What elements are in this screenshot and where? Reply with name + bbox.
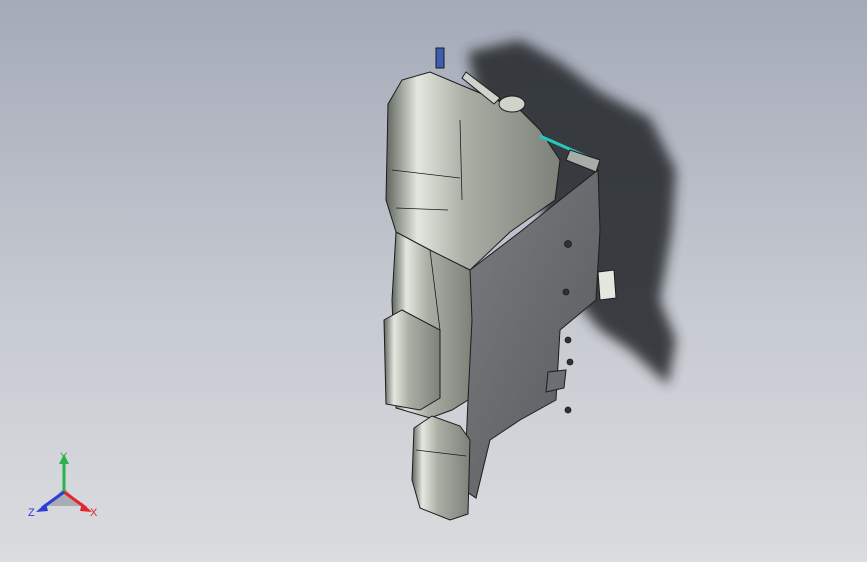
bolt	[562, 288, 570, 296]
bolt	[564, 406, 572, 414]
z-axis-arrow	[36, 503, 48, 512]
bolt	[566, 358, 574, 366]
filler-cap	[498, 95, 526, 113]
view-triad[interactable]: Y X Z	[22, 448, 106, 528]
mount-clip	[597, 269, 617, 301]
bolt	[564, 240, 572, 248]
bottom-rail	[545, 369, 567, 393]
x-axis-label: X	[90, 507, 98, 519]
y-axis-label: Y	[60, 451, 68, 463]
z-axis-label: Z	[28, 507, 35, 519]
3d-graphics-area[interactable]: Y X Z	[0, 0, 867, 562]
bolt	[564, 336, 572, 344]
top-bracket	[435, 47, 445, 69]
lower-body	[411, 415, 471, 521]
cad-model[interactable]	[0, 0, 867, 562]
